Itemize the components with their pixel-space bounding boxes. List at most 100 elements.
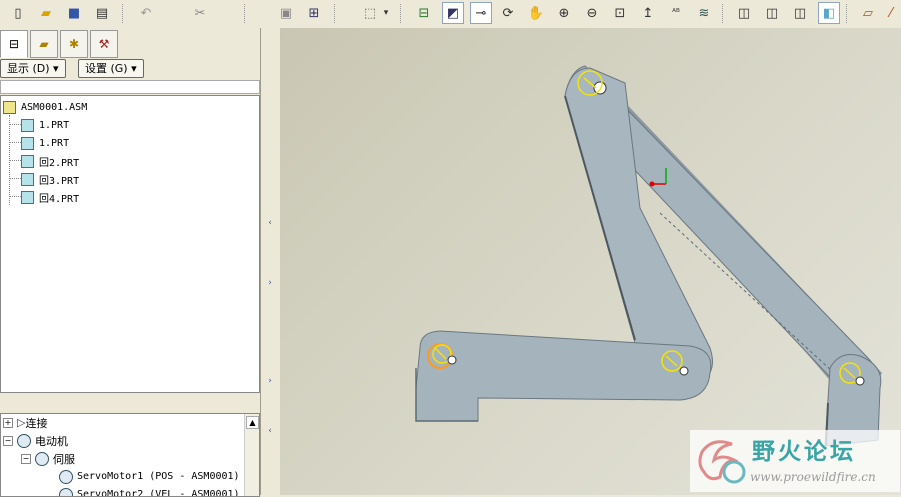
servo-motor-icon xyxy=(59,470,73,484)
cut-icon[interactable]: ✂ xyxy=(190,3,210,23)
tree-item[interactable]: 1.PRT xyxy=(21,135,69,151)
navigator-tabs: ⊟ ▰ ✱ ⚒ xyxy=(0,28,260,58)
model-tree: ASM0001.ASM 1.PRT 1.PRT 回2.PRT 回3.PRT 回4… xyxy=(0,95,260,393)
refit-icon[interactable]: ⊡ xyxy=(610,3,630,23)
mechanism-tree-label: ServoMotor1 (POS - ASM0001) xyxy=(77,471,240,482)
part-icon xyxy=(21,191,34,204)
graphics-window[interactable] xyxy=(280,28,901,495)
shaded-icon[interactable]: ◧ xyxy=(818,2,840,24)
tree-filter-field[interactable] xyxy=(0,80,260,94)
separator xyxy=(846,4,848,23)
separator xyxy=(400,4,402,23)
servo-motor-item[interactable]: ServoMotor1 (POS - ASM0001) xyxy=(59,468,240,485)
mechanism-tree-label: 连接 xyxy=(25,415,47,431)
motor-icon xyxy=(17,434,31,448)
print-icon[interactable]: ▤ xyxy=(92,3,112,23)
tree-menus: 显示 (D) ▾ 设置 (G) ▾ xyxy=(0,58,260,80)
part-icon xyxy=(21,137,34,150)
panel-splitter[interactable]: ‹ › › ‹ xyxy=(260,28,281,495)
part-icon xyxy=(21,119,34,132)
mechanism-tree-item[interactable]: − 电动机 xyxy=(3,432,68,449)
connection-icon: ▷ xyxy=(17,416,25,429)
tree-item[interactable]: 回4.PRT xyxy=(21,189,79,205)
csys-toggle-icon[interactable]: ⊸ xyxy=(470,2,492,24)
mechanism-tree-item[interactable]: − 伺服 xyxy=(21,450,75,467)
repaint-icon[interactable]: ↥ xyxy=(638,3,658,23)
servo-motor-item[interactable]: ServoMotor2 (VEL - ASM0001) xyxy=(59,486,240,497)
mechanism-tree-label: 伺服 xyxy=(53,451,75,467)
navigator-panel: ⊟ ▰ ✱ ⚒ 显示 (D) ▾ 设置 (G) ▾ ASM0001.ASM 1.… xyxy=(0,28,260,495)
expand-right-icon[interactable]: › xyxy=(265,278,275,288)
separator xyxy=(722,4,724,23)
named-view-icon[interactable]: ⊟ xyxy=(414,3,434,23)
dropdown-arrow-icon[interactable]: ▾ xyxy=(380,3,392,23)
expand-right-icon[interactable]: › xyxy=(265,376,275,386)
watermark-title: 野火论坛 xyxy=(752,432,856,466)
watermark-url: www.proewildfire.cn xyxy=(750,470,876,484)
datum-plane-icon[interactable]: ▱ xyxy=(858,3,878,23)
separator xyxy=(334,4,336,23)
scroll-up-arrow-icon[interactable]: ▲ xyxy=(246,416,259,429)
servo-icon xyxy=(35,452,49,466)
collapse-icon[interactable]: − xyxy=(3,436,13,446)
tree-item[interactable]: 1.PRT xyxy=(21,117,69,133)
no-hidden-icon[interactable]: ◫ xyxy=(790,3,810,23)
layers-icon[interactable]: ≋ xyxy=(694,3,714,23)
model-graphics xyxy=(280,28,901,495)
separator xyxy=(122,4,124,23)
wireframe-icon[interactable]: ◫ xyxy=(734,3,754,23)
save-icon[interactable]: ■ xyxy=(64,3,84,23)
tree-connector xyxy=(9,178,21,179)
model-tree-tab-icon[interactable]: ⊟ xyxy=(0,30,28,58)
main-toolbar: ▯ ▰ ■ ▤ ↶ ✂ ▣ ⊞ ⬚ ▾ ⊟ ◩ ⊸ ⟳ ✋ ⊕ ⊖ ⊡ ↥ ᴬᴮ… xyxy=(0,0,901,29)
collapse-left-icon[interactable]: ‹ xyxy=(265,218,275,228)
tree-item-label: 1.PRT xyxy=(39,138,69,149)
collapse-icon[interactable]: − xyxy=(21,454,31,464)
select-box-icon[interactable]: ⬚ xyxy=(360,3,380,23)
separator xyxy=(244,4,246,23)
tree-root[interactable]: ASM0001.ASM xyxy=(3,99,87,115)
expand-icon[interactable]: + xyxy=(3,418,13,428)
tree-item[interactable]: 回3.PRT xyxy=(21,171,79,187)
datum-axis-icon[interactable]: ⁄ xyxy=(884,3,898,23)
tree-connector xyxy=(9,196,21,197)
tree-connector xyxy=(9,124,21,125)
tree-item-label: 回4.PRT xyxy=(39,190,79,205)
tree-root-label: ASM0001.ASM xyxy=(21,102,87,113)
regenerate-icon[interactable]: ⊞ xyxy=(304,3,324,23)
annotation-icon[interactable]: ᴬᴮ xyxy=(666,3,686,23)
settings-menu-button[interactable]: 设置 (G) ▾ xyxy=(78,59,144,78)
part-icon xyxy=(21,173,34,186)
paste-icon[interactable]: ▣ xyxy=(276,3,296,23)
mechanism-tree-label: 电动机 xyxy=(35,433,68,449)
mechanism-tree-item[interactable]: + ▷ 连接 xyxy=(3,414,47,431)
crank-link xyxy=(416,331,711,421)
tree-item-label: 1.PRT xyxy=(39,120,69,131)
zoom-out-icon[interactable]: ⊖ xyxy=(582,3,602,23)
collapse-left-icon[interactable]: ‹ xyxy=(265,426,275,436)
mechanism-tree-label: ServoMotor2 (VEL - ASM0001) xyxy=(77,489,240,497)
vertical-scrollbar[interactable]: ▲ xyxy=(244,414,259,496)
tree-connector xyxy=(9,142,21,143)
part-icon xyxy=(21,155,34,168)
assembly-icon xyxy=(3,101,16,114)
open-folder-icon[interactable]: ▰ xyxy=(36,3,56,23)
favorites-tab-icon[interactable]: ✱ xyxy=(60,30,88,58)
new-file-icon[interactable]: ▯ xyxy=(8,3,28,23)
tree-item[interactable]: 回2.PRT xyxy=(21,153,79,169)
spin-center-icon[interactable]: ⟳ xyxy=(498,3,518,23)
tree-item-label: 回3.PRT xyxy=(39,172,79,187)
tree-item-label: 回2.PRT xyxy=(39,154,79,169)
undo-icon[interactable]: ↶ xyxy=(136,3,156,23)
watermark-logo: 野火论坛 www.proewildfire.cn xyxy=(690,430,900,492)
flame-logo-icon xyxy=(692,432,752,492)
pan-hand-icon[interactable]: ✋ xyxy=(526,3,546,23)
zoom-in-icon[interactable]: ⊕ xyxy=(554,3,574,23)
orient-icon[interactable]: ◩ xyxy=(442,2,464,24)
tree-connector xyxy=(9,160,21,161)
servo-motor-icon xyxy=(59,488,73,497)
hidden-line-icon[interactable]: ◫ xyxy=(762,3,782,23)
show-menu-button[interactable]: 显示 (D) ▾ xyxy=(0,59,66,78)
tools-tab-icon[interactable]: ⚒ xyxy=(90,30,118,58)
layer-tree-tab-icon[interactable]: ▰ xyxy=(30,30,58,58)
